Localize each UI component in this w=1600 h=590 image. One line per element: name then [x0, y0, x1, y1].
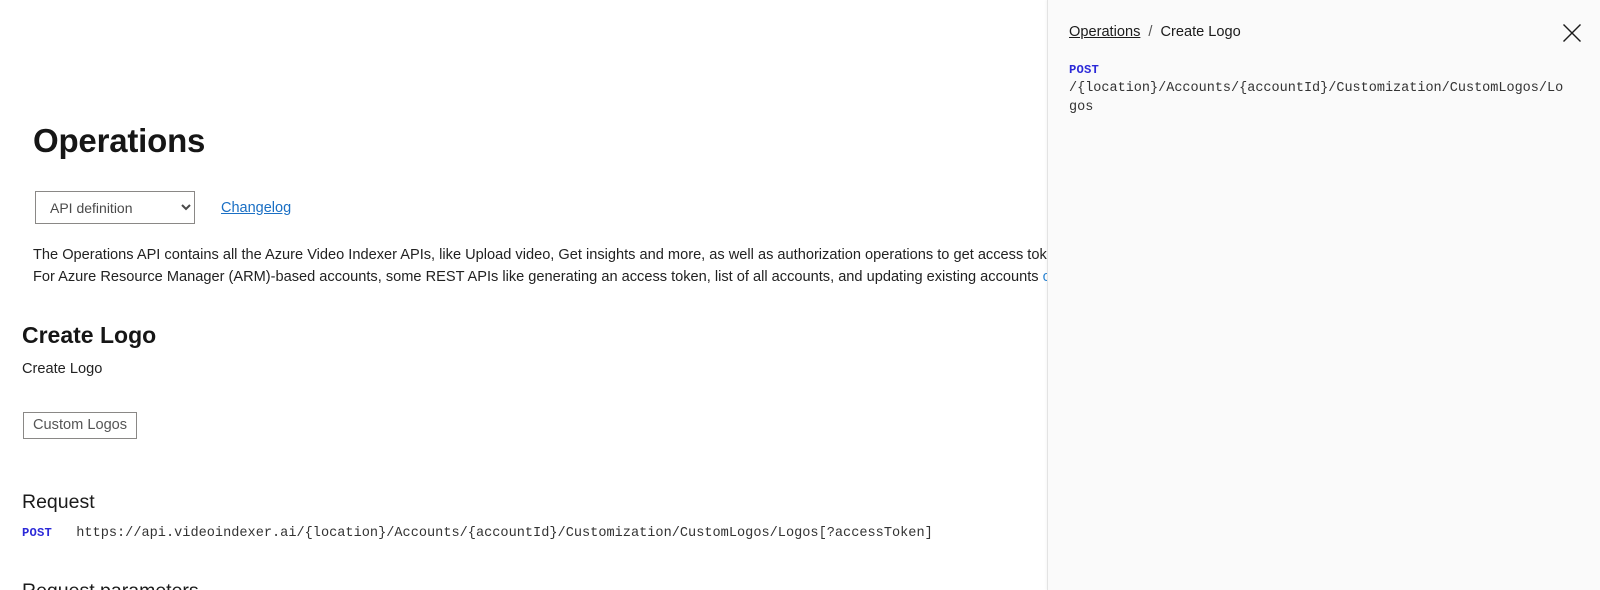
- panel-method-label: POST: [1069, 63, 1100, 77]
- request-method-label: POST: [22, 526, 53, 540]
- api-definition-select[interactable]: API definition: [35, 191, 195, 224]
- api-description-line-2-text: For Azure Resource Manager (ARM)-based a…: [33, 269, 1043, 285]
- breadcrumb-separator: /: [1148, 24, 1153, 40]
- request-url-text: https://api.videoindexer.ai/{location}/A…: [76, 526, 933, 541]
- page-title: Operations: [33, 122, 206, 159]
- breadcrumb-current: Create Logo: [1160, 24, 1241, 40]
- api-operations-page: Operations API definition Changelog The …: [0, 0, 1600, 590]
- api-description-line-2: For Azure Resource Manager (ARM)-based a…: [33, 266, 1047, 288]
- changelog-link[interactable]: Changelog: [221, 200, 291, 216]
- breadcrumb-root-link[interactable]: Operations: [1069, 22, 1140, 42]
- breadcrumb: Operations / Create Logo: [1069, 22, 1241, 42]
- request-parameters-heading: Request parameters: [22, 578, 199, 590]
- operation-summary: Create Logo: [22, 361, 103, 377]
- request-section-heading: Request: [22, 491, 95, 513]
- documentation-pane: Operations API definition Changelog The …: [0, 0, 1047, 590]
- api-definition-row: API definition Changelog: [35, 191, 291, 224]
- panel-operation-path: /{location}/Accounts/{accountId}/Customi…: [1069, 81, 1564, 115]
- close-icon[interactable]: [1560, 21, 1584, 45]
- operation-signature: POST /{location}/Accounts/{accountId}/Cu…: [1069, 62, 1569, 117]
- try-it-panel: Operations / Create Logo POST /{location…: [1047, 0, 1600, 590]
- operation-tag-button[interactable]: Custom Logos: [23, 412, 138, 439]
- api-description-line-1: The Operations API contains all the Azur…: [33, 247, 1047, 263]
- api-description: The Operations API contains all the Azur…: [33, 244, 1047, 288]
- request-url-line: POST https://api.videoindexer.ai/{locati…: [22, 524, 933, 543]
- operation-heading: Create Logo: [22, 322, 157, 348]
